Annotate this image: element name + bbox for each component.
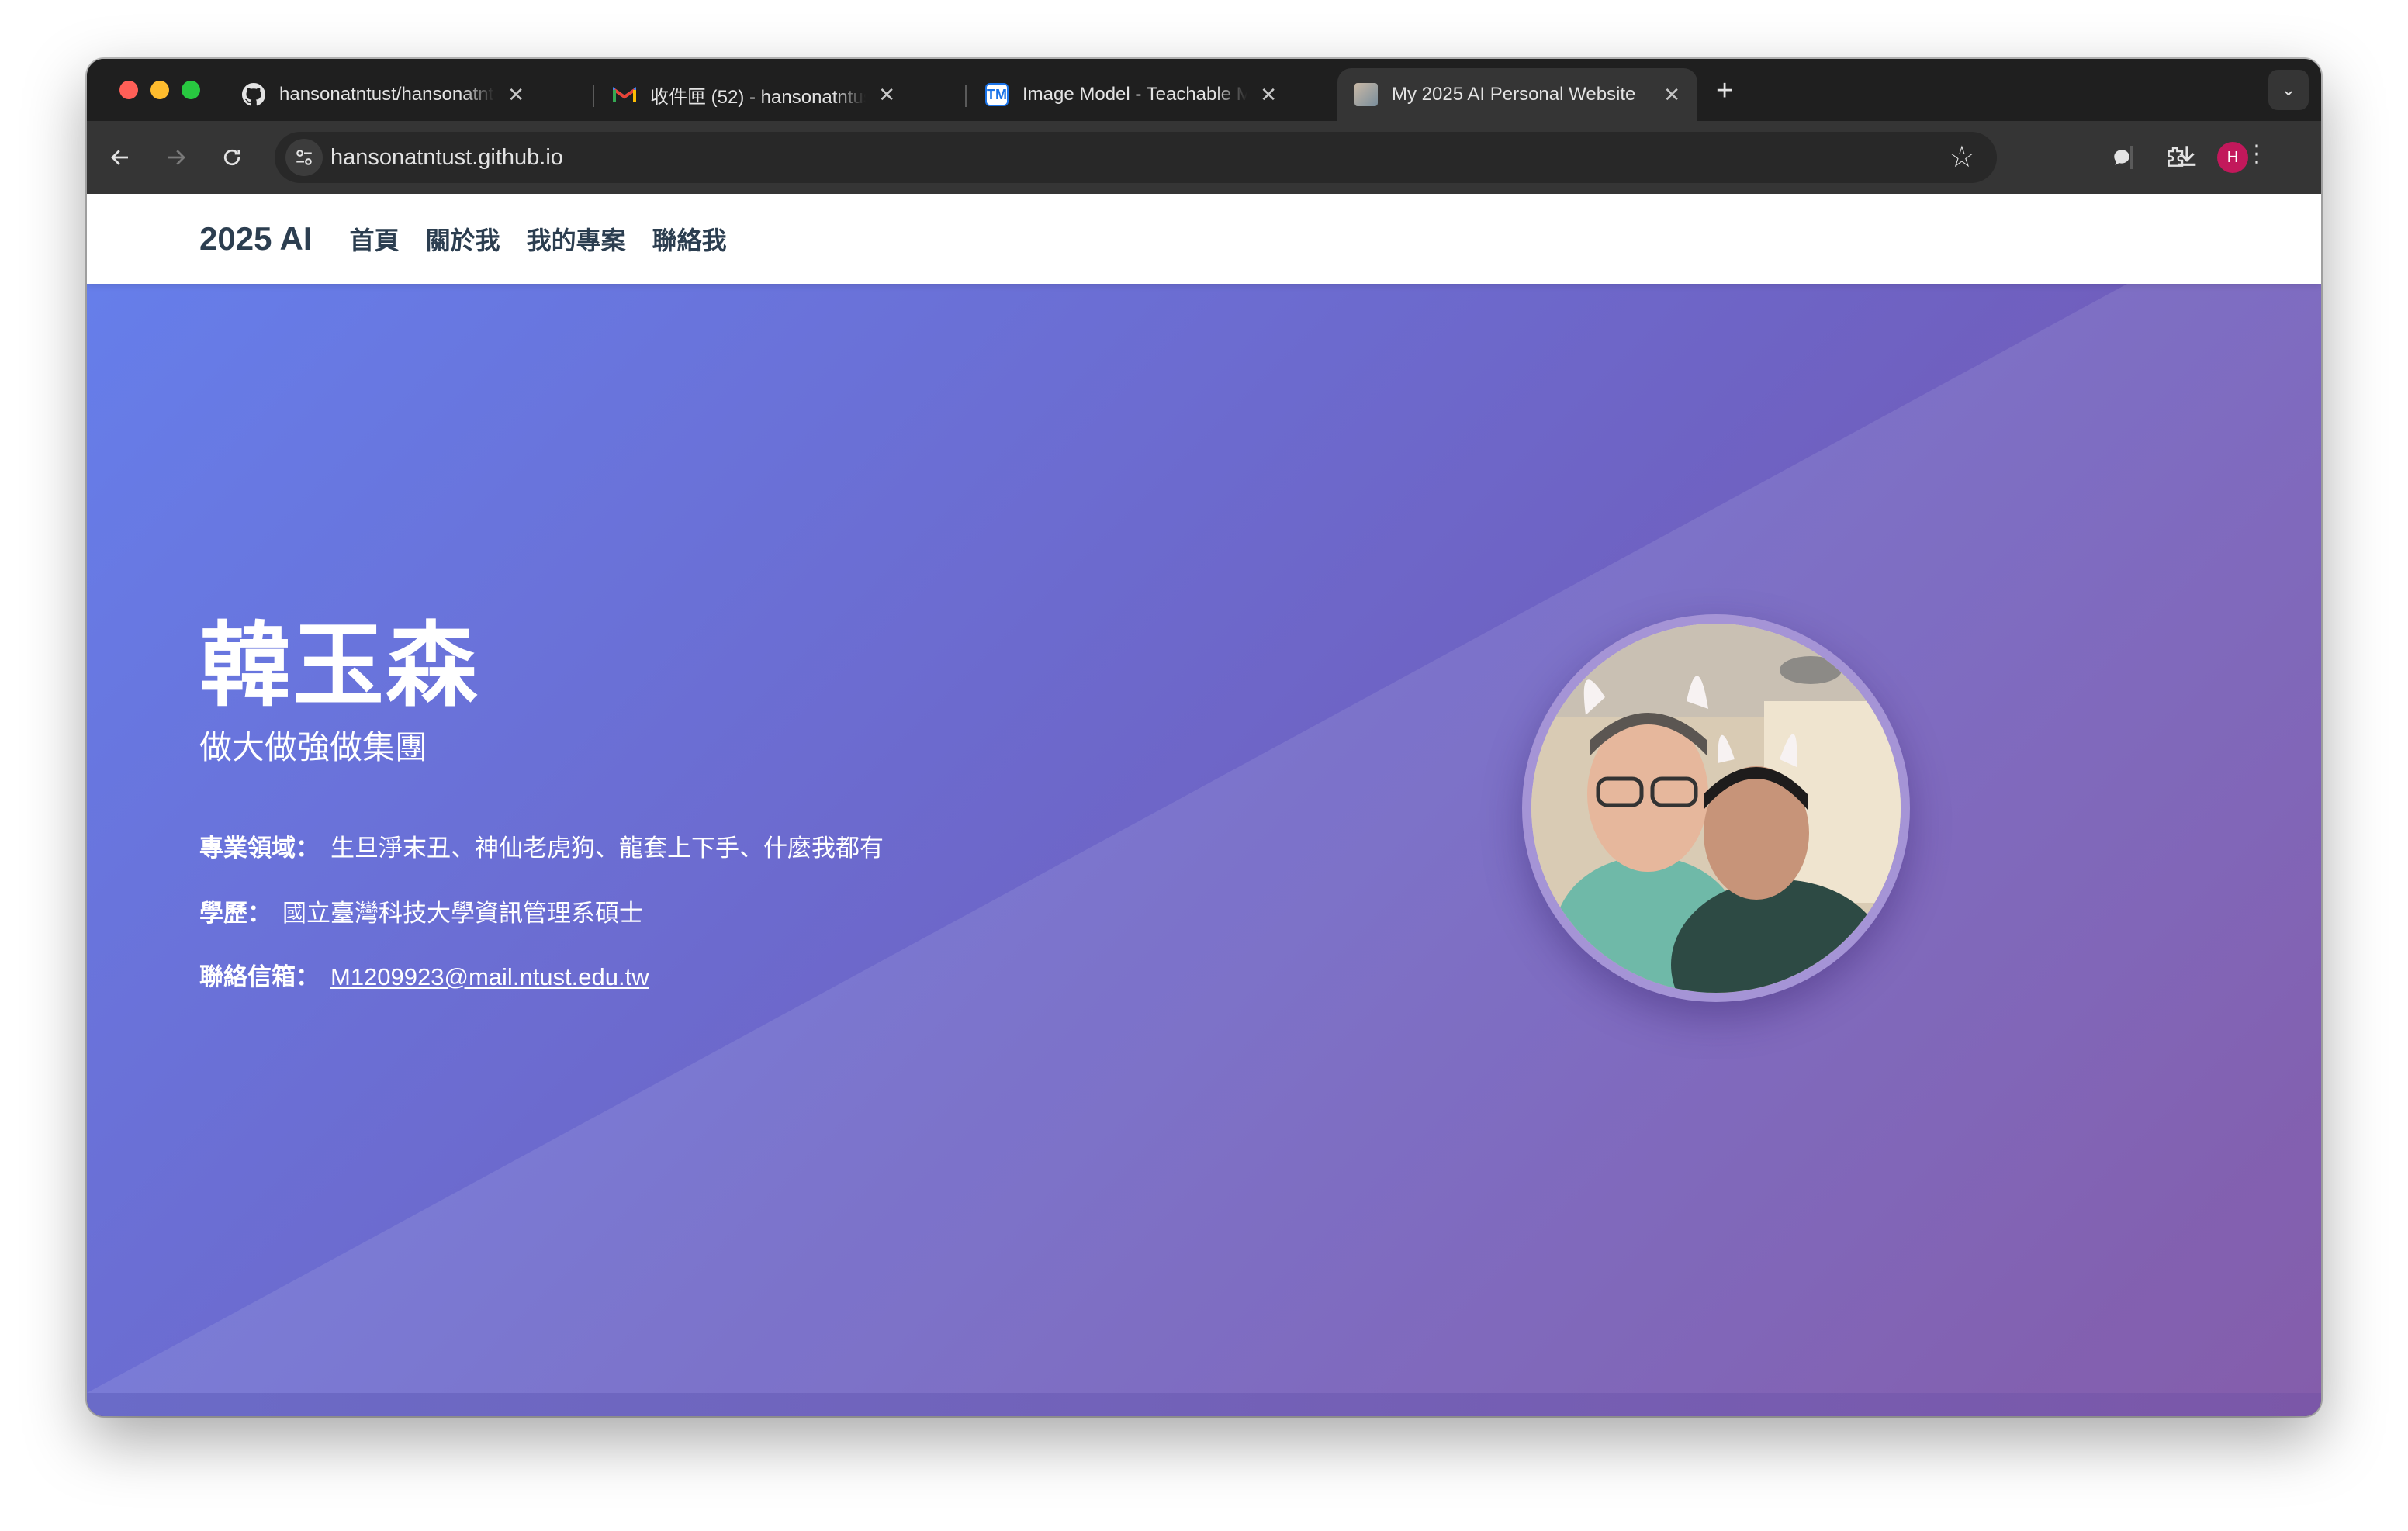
address-bar[interactable]: hansonatntust.github.io ☆ bbox=[275, 132, 1997, 183]
info-expertise: 專業領域： 生旦淨末丑、神仙老虎狗、龍套上下手、什麼我都有 bbox=[199, 828, 884, 863]
site-brand[interactable]: 2025 AI bbox=[199, 220, 313, 257]
nav-link-about[interactable]: 關於我 bbox=[426, 221, 500, 257]
page-bottom-edge bbox=[87, 1393, 2321, 1416]
github-icon bbox=[242, 83, 265, 106]
tab-title: My 2025 AI Personal Website bbox=[1392, 84, 1636, 105]
browser-toolbar: hansonatntust.github.io ☆ bbox=[87, 121, 2321, 194]
chat-bubble-icon bbox=[2114, 150, 2129, 165]
nav-link-contact[interactable]: 聯絡我 bbox=[652, 221, 727, 257]
arrow-left-icon bbox=[111, 150, 128, 165]
minimize-window-button[interactable] bbox=[150, 81, 169, 99]
info-email: 聯絡信箱： M1209923@mail.ntust.edu.tw bbox=[199, 957, 649, 992]
puzzle-icon bbox=[2168, 147, 2184, 167]
toolbar-divider bbox=[2130, 146, 2133, 169]
hero-subtitle: 做大做強做集團 bbox=[199, 729, 428, 766]
close-icon[interactable]: ✕ bbox=[1663, 83, 1680, 107]
bookmark-star-icon[interactable]: ☆ bbox=[1949, 140, 1975, 175]
info-label: 學歷： bbox=[199, 900, 272, 927]
info-education: 學歷： 國立臺灣科技大學資訊管理系碩士 bbox=[199, 893, 643, 928]
extensions-button[interactable] bbox=[2158, 140, 2194, 175]
tab-gmail[interactable]: 收件匣 (52) - hansonatntust@gmail.com ✕ bbox=[596, 68, 912, 121]
info-label: 聯絡信箱： bbox=[199, 963, 320, 990]
avatar-frame bbox=[1522, 614, 1910, 1002]
forward-button[interactable] bbox=[158, 140, 194, 175]
reload-button[interactable] bbox=[214, 140, 250, 175]
close-icon[interactable]: ✕ bbox=[1260, 83, 1277, 107]
email-link[interactable]: M1209923@mail.ntust.edu.tw bbox=[330, 963, 649, 990]
hero-name: 韓玉森 bbox=[199, 615, 479, 717]
tab-divider bbox=[593, 85, 594, 107]
arrow-right-icon bbox=[168, 150, 185, 165]
info-label: 專業領域： bbox=[199, 835, 320, 862]
zoom-window-button[interactable] bbox=[182, 81, 200, 99]
tab-teachable-machine[interactable]: TM Image Model - Teachable Machine ✕ bbox=[968, 68, 1294, 121]
hero-section: 韓玉森 做大做強做集團 專業領域： 生旦淨末丑、神仙老虎狗、龍套上下手、什麼我都有… bbox=[87, 284, 2321, 1393]
site-navbar: 2025 AI 首頁 關於我 我的專案 聯絡我 bbox=[87, 194, 2321, 284]
close-icon[interactable]: ✕ bbox=[878, 83, 895, 107]
profile-photo bbox=[1531, 624, 1901, 993]
tab-title: hansonatntust/hansonatntust bbox=[279, 84, 496, 105]
chevron-down-icon: ⌄ bbox=[2281, 80, 2296, 99]
chat-extension-button[interactable] bbox=[2104, 140, 2140, 175]
info-value: 國立臺灣科技大學資訊管理系碩士 bbox=[282, 900, 643, 927]
site-info-icon[interactable] bbox=[285, 139, 323, 176]
tab-github[interactable]: hansonatntust/hansonatntust ✕ bbox=[225, 68, 541, 121]
nav-link-projects[interactable]: 我的專案 bbox=[527, 221, 626, 257]
tab-personal-website[interactable]: My 2025 AI Personal Website ✕ bbox=[1337, 68, 1697, 121]
back-button[interactable] bbox=[102, 140, 138, 175]
tab-title: Image Model - Teachable Machine bbox=[1022, 84, 1248, 105]
nav-link-home[interactable]: 首頁 bbox=[350, 221, 400, 257]
browser-window: hansonatntust/hansonatntust ✕ 收件匣 (52) -… bbox=[87, 59, 2321, 1416]
info-value: 生旦淨末丑、神仙老虎狗、龍套上下手、什麼我都有 bbox=[330, 835, 884, 862]
close-icon[interactable]: ✕ bbox=[507, 83, 524, 107]
avatar bbox=[1531, 624, 1901, 993]
site-avatar-icon bbox=[1354, 83, 1378, 106]
downloads-button[interactable] bbox=[2242, 140, 2278, 175]
page-viewport: 2025 AI 首頁 關於我 我的專案 聯絡我 韓玉森 做大做強做集團 專業領域… bbox=[87, 194, 2321, 1416]
tab-title: 收件匣 (52) - hansonatntust@gmail.com bbox=[650, 86, 866, 108]
tab-divider bbox=[965, 85, 967, 107]
tab-strip: hansonatntust/hansonatntust ✕ 收件匣 (52) -… bbox=[87, 59, 2321, 121]
new-tab-button[interactable]: + bbox=[1716, 76, 1733, 105]
tab-search-button[interactable]: ⌄ bbox=[2268, 70, 2309, 110]
gmail-icon bbox=[613, 83, 636, 106]
close-window-button[interactable] bbox=[119, 81, 138, 99]
reload-icon bbox=[223, 149, 240, 166]
teachable-machine-icon: TM bbox=[985, 83, 1009, 106]
url-text[interactable]: hansonatntust.github.io bbox=[330, 132, 563, 183]
